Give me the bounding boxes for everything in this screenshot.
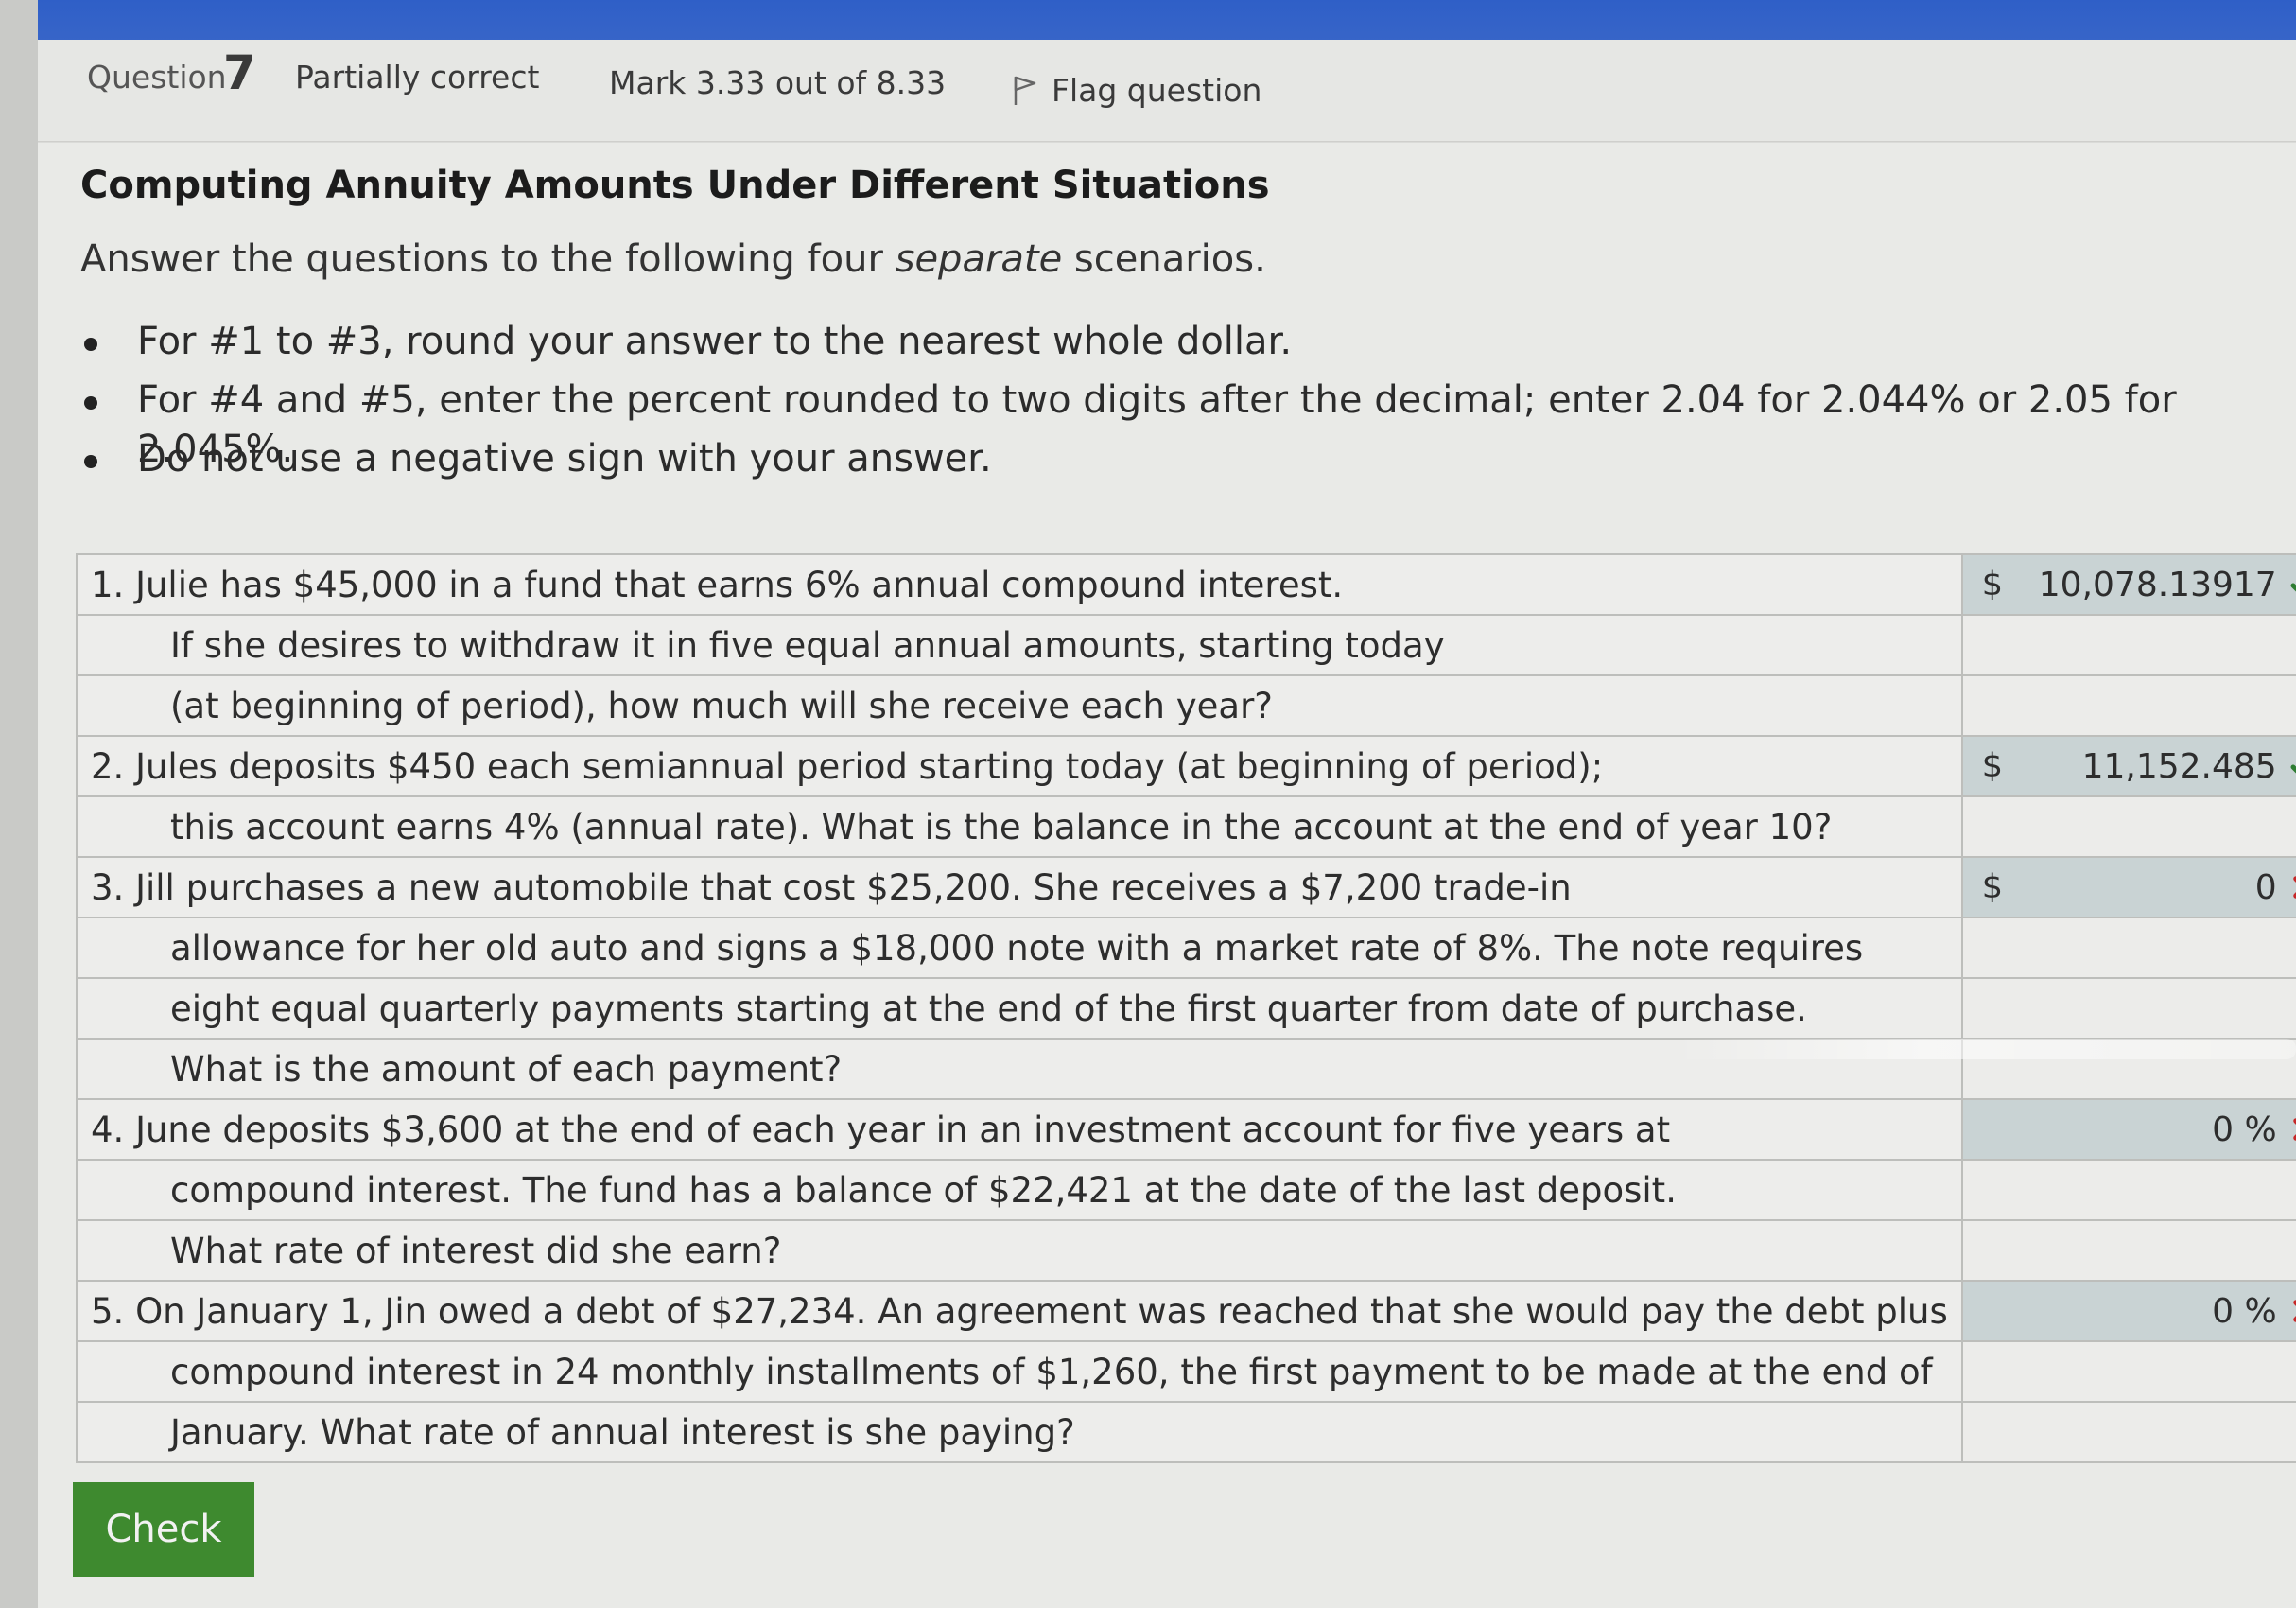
question-text-cell: compound interest in 24 monthly installm… <box>76 1340 1963 1403</box>
answer-value: 11,152.485 <box>2081 746 2277 786</box>
table-row: (at beginning of period), how much will … <box>76 674 2296 737</box>
table-row: eight equal quarterly payments starting … <box>76 977 2296 1040</box>
question-mark: Mark 3.33 out of 8.33 <box>609 64 947 101</box>
table-row: 2. Jules deposits $450 each semiannual p… <box>76 735 2296 797</box>
question-text-cell: 3. Jill purchases a new automobile that … <box>76 856 1963 918</box>
question-number: 7 <box>223 45 256 100</box>
answer-input[interactable]: $10,078.13917 <box>1960 553 2296 616</box>
question-text-cell: 1. Julie has $45,000 in a fund that earn… <box>76 553 1963 616</box>
table-row: compound interest. The fund has a balanc… <box>76 1159 2296 1221</box>
question-text-cell: 2. Jules deposits $450 each semiannual p… <box>76 735 1963 797</box>
question-text-cell: eight equal quarterly payments starting … <box>76 977 1963 1040</box>
background-edge <box>0 0 38 1608</box>
currency-symbol: $ <box>1981 747 2004 785</box>
question-title: Computing Annuity Amounts Under Differen… <box>80 164 1270 207</box>
table-row: If she desires to withdraw it in five eq… <box>76 614 2296 676</box>
empty-answer-cell <box>1960 614 2296 676</box>
cross-mark-icon <box>2292 1300 2296 1322</box>
table-row: 4. June deposits $3,600 at the end of ea… <box>76 1098 2296 1161</box>
question-text-cell: this account earns 4% (annual rate). Wha… <box>76 795 1963 858</box>
question-text-cell: compound interest. The fund has a balanc… <box>76 1159 1963 1221</box>
empty-answer-cell <box>1960 1219 2296 1282</box>
answer-input[interactable]: $11,152.485 <box>1960 735 2296 797</box>
table-row: allowance for her old auto and signs a $… <box>76 917 2296 979</box>
question-text-cell: If she desires to withdraw it in five eq… <box>76 614 1963 676</box>
answer-input[interactable]: $0 <box>1960 856 2296 918</box>
instruction-item: For #1 to #3, round your answer to the n… <box>80 317 2296 376</box>
instruction-item: Do not use a negative sign with your ans… <box>80 434 2296 493</box>
intro-text-end: scenarios. <box>1062 237 1266 281</box>
table-row: 1. Julie has $45,000 in a fund that earn… <box>76 553 2296 616</box>
answer-input[interactable]: 0 % <box>1960 1098 2296 1161</box>
table-row: compound interest in 24 monthly installm… <box>76 1340 2296 1403</box>
intro-emphasis: separate <box>895 237 1063 281</box>
question-info-header: Question 7 Partially correct Mark 3.33 o… <box>38 40 2296 142</box>
answer-value: 0 <box>2254 867 2277 907</box>
answer-value: 0 % <box>2212 1291 2277 1331</box>
flag-question-link[interactable]: Flag question <box>1012 72 1261 109</box>
check-button[interactable]: Check <box>73 1482 254 1577</box>
empty-answer-cell <box>1960 977 2296 1040</box>
question-label: Question <box>87 59 227 96</box>
question-text-cell: January. What rate of annual interest is… <box>76 1401 1963 1463</box>
table-row: 5. On January 1, Jin owed a debt of $27,… <box>76 1280 2296 1342</box>
cross-mark-icon <box>2292 1118 2296 1141</box>
check-mark-icon <box>2290 583 2296 592</box>
table-row: January. What rate of annual interest is… <box>76 1401 2296 1463</box>
instruction-list: For #1 to #3, round your answer to the n… <box>80 317 2296 493</box>
currency-symbol: $ <box>1981 566 2004 603</box>
empty-answer-cell <box>1960 674 2296 737</box>
question-text-cell: 4. June deposits $3,600 at the end of ea… <box>76 1098 1963 1161</box>
table-row: What rate of interest did she earn? <box>76 1219 2296 1282</box>
flag-icon <box>1014 76 1036 105</box>
answer-value: 0 % <box>2212 1110 2277 1149</box>
question-text-cell: allowance for her old auto and signs a $… <box>76 917 1963 979</box>
empty-answer-cell <box>1960 1401 2296 1463</box>
question-text-cell: 5. On January 1, Jin owed a debt of $27,… <box>76 1280 1963 1342</box>
screen-glare <box>1674 1039 2296 1059</box>
table-row: this account earns 4% (annual rate). Wha… <box>76 795 2296 858</box>
scenario-table: 1. Julie has $45,000 in a fund that earn… <box>76 553 2296 1463</box>
empty-answer-cell <box>1960 917 2296 979</box>
check-mark-icon <box>2290 764 2296 774</box>
question-content: Computing Annuity Amounts Under Differen… <box>38 143 2296 1608</box>
empty-answer-cell <box>1960 795 2296 858</box>
empty-answer-cell <box>1960 1340 2296 1403</box>
question-intro: Answer the questions to the following fo… <box>80 237 1266 281</box>
instruction-item: For #4 and #5, enter the percent rounded… <box>80 376 2296 471</box>
question-text-cell: What rate of interest did she earn? <box>76 1219 1963 1282</box>
cross-mark-icon <box>2292 876 2296 899</box>
flag-question-label: Flag question <box>1052 72 1262 109</box>
table-row: 3. Jill purchases a new automobile that … <box>76 856 2296 918</box>
empty-answer-cell <box>1960 1159 2296 1221</box>
currency-symbol: $ <box>1981 868 2004 906</box>
answer-value: 10,078.13917 <box>2038 565 2277 604</box>
answer-input[interactable]: 0 % <box>1960 1280 2296 1342</box>
question-text-cell: (at beginning of period), how much will … <box>76 674 1963 737</box>
question-state: Partially correct <box>295 59 540 96</box>
intro-text-start: Answer the questions to the following fo… <box>80 237 896 281</box>
